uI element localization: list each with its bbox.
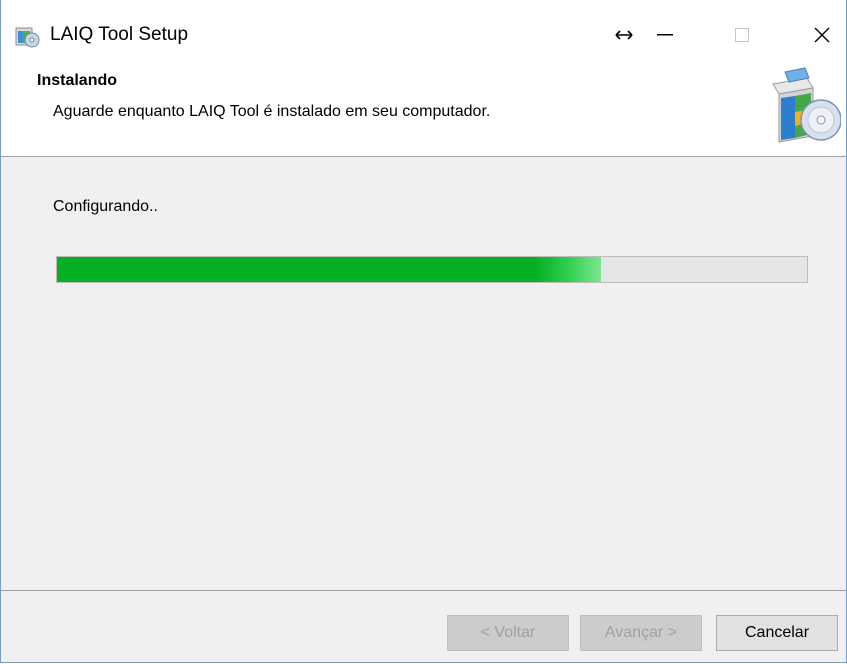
close-icon (814, 27, 830, 43)
minimize-button[interactable] (644, 14, 686, 56)
window-title: LAIQ Tool Setup (50, 24, 189, 45)
close-button[interactable] (801, 14, 843, 56)
footer-divider (1, 590, 846, 591)
left-right-arrow-icon[interactable] (603, 14, 645, 56)
next-button[interactable]: Avançar > (580, 615, 702, 651)
installer-window: LAIQ Tool Setup Instalando Aguarde enqua… (0, 0, 847, 663)
title-bar[interactable]: LAIQ Tool Setup (1, 0, 846, 62)
progress-bar-fill (57, 257, 601, 282)
wizard-body: Configurando.. (1, 157, 846, 590)
page-subtitle: Aguarde enquanto LAIQ Tool é instalado e… (53, 103, 491, 120)
status-text: Configurando.. (53, 198, 158, 215)
back-button[interactable]: < Voltar (447, 615, 569, 651)
minimize-icon (657, 34, 673, 36)
wizard-header: Instalando Aguarde enquanto LAIQ Tool é … (1, 62, 846, 157)
maximize-icon (735, 28, 749, 42)
page-title: Instalando (37, 72, 118, 89)
cancel-button[interactable]: Cancelar (716, 615, 838, 651)
setup-app-icon (15, 27, 40, 48)
installer-box-icon (772, 67, 841, 143)
maximize-button (721, 14, 763, 56)
progress-bar (56, 256, 808, 283)
